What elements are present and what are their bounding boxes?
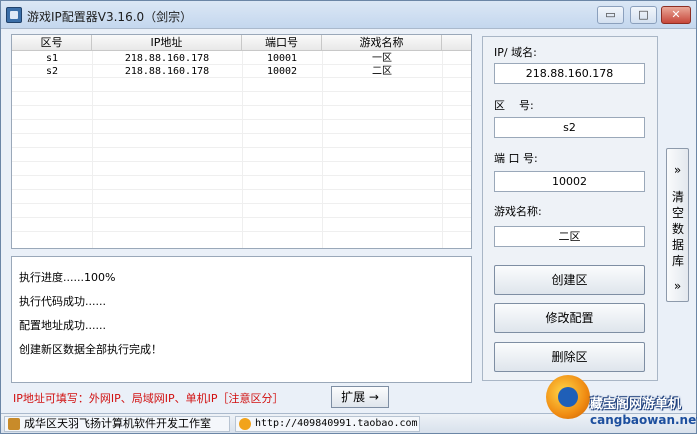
- url-panel[interactable]: http://409840991.taobao.com: [235, 416, 420, 432]
- grid-divider: [12, 203, 471, 204]
- chevron-right-icon: »: [673, 279, 682, 293]
- watermark-cn-text: 藏宝阁网游单机: [590, 397, 682, 412]
- cell-port: 10001: [266, 53, 298, 64]
- grid-divider: [12, 217, 471, 218]
- log-line-code: 执行代码成功......: [19, 295, 106, 308]
- grid-divider: [12, 231, 471, 232]
- ip-hint-text: IP地址可填写：外网IP、局域网IP、单机IP［注意区分］: [13, 392, 284, 405]
- table-header: 区号 IP地址 端口号 游戏名称: [12, 35, 471, 51]
- cell-zone: s2: [45, 66, 59, 77]
- watermark-en-text: cangbaowan.net: [590, 413, 697, 427]
- port-input[interactable]: 10002: [494, 171, 645, 192]
- minimize-button[interactable]: ▭: [597, 6, 624, 24]
- ip-input[interactable]: 218.88.160.178: [494, 63, 645, 84]
- grid-divider: [12, 105, 471, 106]
- chat-icon: [239, 418, 251, 430]
- delete-zone-button[interactable]: 删除区: [494, 342, 645, 372]
- app-icon: [6, 7, 22, 23]
- grid-divider: [322, 51, 323, 248]
- port-label: 端 口 号:: [494, 152, 538, 165]
- modify-config-button[interactable]: 修改配置: [494, 303, 645, 333]
- studio-name: 成华区天羽飞扬计算机软件开发工作室: [24, 417, 211, 430]
- create-zone-button[interactable]: 创建区: [494, 265, 645, 295]
- grid-divider: [12, 189, 471, 190]
- clear-database-label: 清空数据库: [671, 190, 684, 268]
- person-icon: [8, 418, 20, 430]
- shop-url-link[interactable]: http://409840991.taobao.com: [255, 417, 418, 431]
- log-line-progress: 执行进度......100%: [19, 271, 116, 284]
- cell-port: 10002: [266, 66, 298, 77]
- chevron-right-icon: »: [673, 163, 682, 177]
- column-header-ip[interactable]: IP地址: [92, 35, 242, 51]
- maximize-button[interactable]: □: [630, 6, 657, 24]
- grid-divider: [12, 91, 471, 92]
- expand-button[interactable]: 扩展 →: [331, 386, 389, 408]
- column-header-game-name[interactable]: 游戏名称: [322, 35, 442, 51]
- grid-divider: [12, 161, 471, 162]
- table-row[interactable]: s1 218.88.160.178 10001 一区: [12, 52, 471, 65]
- studio-panel: 成华区天羽飞扬计算机软件开发工作室: [4, 416, 230, 432]
- column-header-port[interactable]: 端口号: [242, 35, 322, 51]
- title-bar: 游戏IP配置器V3.16.0（剑宗） ▭ □ ✕: [1, 1, 696, 29]
- log-line-address: 配置地址成功......: [19, 319, 106, 332]
- zone-input[interactable]: s2: [494, 117, 645, 138]
- grid-divider: [92, 51, 93, 248]
- clear-database-button[interactable]: » 清空数据库 »: [666, 148, 689, 302]
- grid-divider: [12, 175, 471, 176]
- game-name-label: 游戏名称:: [494, 205, 542, 218]
- config-panel: IP/ 域名: 218.88.160.178 区 号: s2 端 口 号: 10…: [482, 36, 658, 381]
- window-title: 游戏IP配置器V3.16.0（剑宗）: [27, 10, 193, 24]
- grid-divider: [12, 133, 471, 134]
- zone-label: 区 号:: [494, 99, 534, 112]
- cell-ip: 218.88.160.178: [124, 53, 210, 64]
- grid-divider: [12, 119, 471, 120]
- grid-divider: [442, 51, 443, 248]
- cell-ip: 218.88.160.178: [124, 66, 210, 77]
- game-name-input[interactable]: 二区: [494, 226, 645, 247]
- ip-label: IP/ 域名:: [494, 46, 537, 59]
- close-button[interactable]: ✕: [661, 6, 691, 24]
- log-line-complete: 创建新区数据全部执行完成！: [19, 343, 162, 356]
- cell-zone: s1: [45, 53, 59, 64]
- column-header-zone[interactable]: 区号: [12, 35, 92, 51]
- watermark-emblem-icon: [546, 375, 590, 419]
- log-output[interactable]: 执行进度......100% 执行代码成功...... 配置地址成功......…: [11, 256, 472, 383]
- app-window: 游戏IP配置器V3.16.0（剑宗） ▭ □ ✕ 区号 IP地址 端口号 游戏名…: [0, 0, 697, 434]
- grid-divider: [242, 51, 243, 248]
- watermark-logo: 藏宝阁网游单机 cangbaowan.net: [546, 375, 697, 433]
- table-row[interactable]: s2 218.88.160.178 10002 二区: [12, 65, 471, 78]
- zone-table[interactable]: 区号 IP地址 端口号 游戏名称 s1 218.88.160.178 10001…: [11, 34, 472, 249]
- grid-divider: [12, 147, 471, 148]
- cell-game-name: 二区: [372, 66, 392, 77]
- cell-game-name: 一区: [372, 53, 392, 64]
